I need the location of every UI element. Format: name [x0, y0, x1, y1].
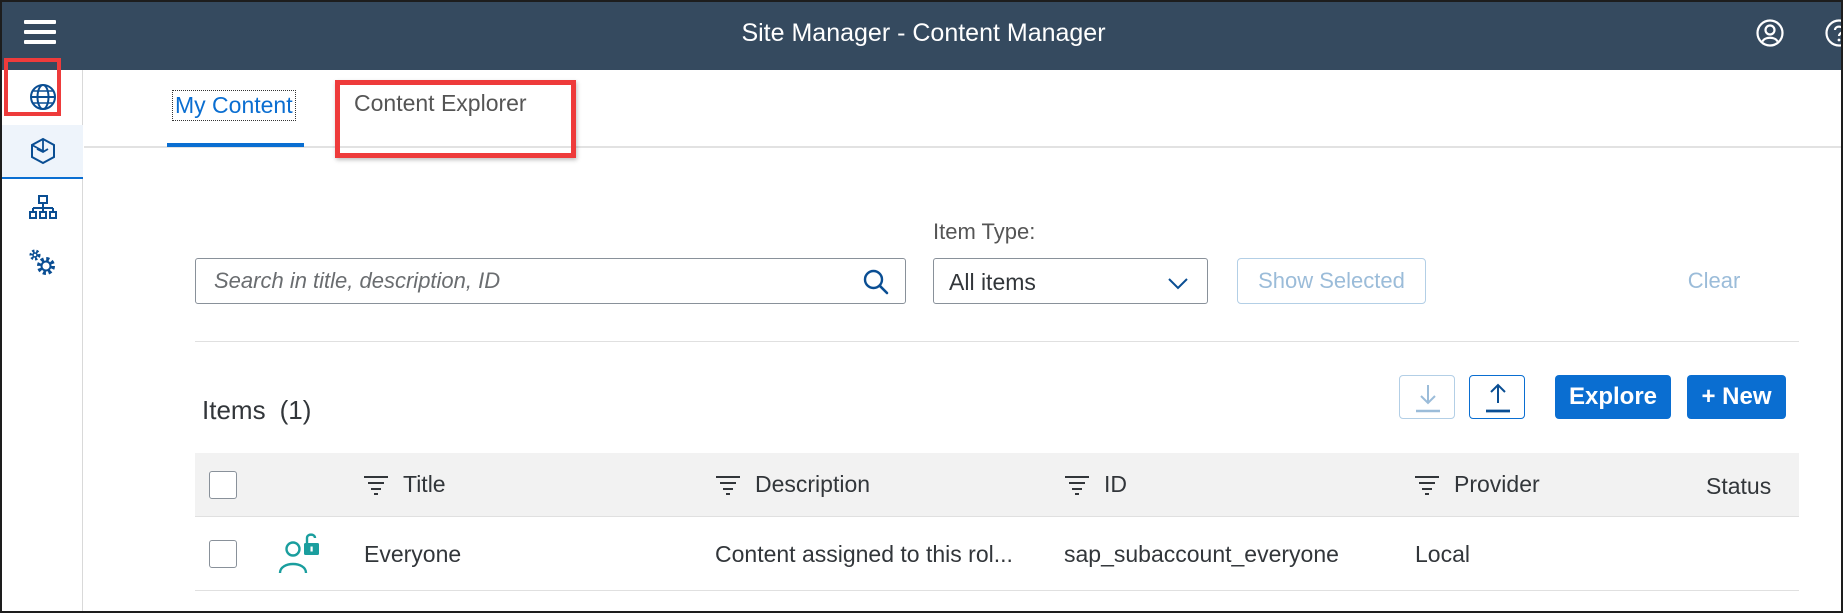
nav-item-site-hierarchy[interactable] [2, 181, 83, 235]
column-header-id-label: ID [1104, 471, 1127, 497]
shell-bar: Site Manager - Content Manager [2, 2, 1841, 70]
tab-selected-indicator [167, 143, 304, 147]
column-header-status-label: Status [1706, 473, 1772, 499]
row-id: sap_subaccount_everyone [1064, 541, 1339, 567]
site-hierarchy-icon [28, 195, 57, 219]
filter-icon [1065, 475, 1089, 495]
settings-gears-icon [29, 249, 55, 275]
side-navigation [2, 70, 83, 611]
user-icon[interactable] [1755, 18, 1785, 48]
column-header-description-label: Description [755, 471, 871, 497]
explore-button[interactable]: Explore [1555, 375, 1671, 419]
nav-item-sites[interactable] [2, 70, 83, 124]
filter-icon [364, 475, 388, 495]
upload-icon [1486, 383, 1510, 413]
column-header-title-label: Title [403, 471, 446, 497]
chevron-down-icon [1168, 278, 1188, 290]
tab-my-content[interactable]: My Content [172, 90, 296, 121]
nav-item-settings[interactable] [2, 236, 83, 290]
download-icon [1416, 385, 1440, 413]
column-header-id[interactable]: ID [1064, 471, 1127, 498]
upload-button[interactable] [1469, 375, 1525, 419]
column-header-provider-label: Provider [1454, 471, 1540, 497]
content-cube-icon [30, 137, 55, 165]
globe-icon [29, 84, 56, 110]
search-icon[interactable] [861, 267, 891, 297]
items-header: Items (1) [202, 395, 311, 426]
help-icon[interactable] [1824, 18, 1841, 48]
column-header-description[interactable]: Description [715, 471, 870, 498]
column-header-status[interactable]: Status [1706, 473, 1771, 500]
row-title: Everyone [364, 541, 462, 567]
select-all-checkbox[interactable] [209, 471, 237, 499]
divider [195, 341, 1799, 342]
row-description: Content assigned to this rol... [715, 541, 1013, 567]
items-count: (1) [279, 395, 312, 425]
nav-item-content-manager[interactable] [2, 125, 83, 179]
item-type-select[interactable]: All items [933, 258, 1208, 304]
search-field [195, 258, 906, 304]
search-input[interactable] [214, 259, 834, 303]
role-unlocked-icon [278, 533, 319, 574]
new-button[interactable]: + New [1687, 375, 1786, 419]
filter-icon [1415, 475, 1439, 495]
row-provider: Local [1415, 541, 1470, 567]
table-row[interactable]: Everyone Content assigned to this rol...… [195, 517, 1799, 591]
clear-button[interactable]: Clear [1652, 258, 1776, 304]
table-header: Title Description ID Provider Status [195, 453, 1799, 517]
tab-bar: My Content Content Explorer [84, 70, 1841, 148]
column-header-title[interactable]: Title [363, 471, 446, 498]
item-type-label: Item Type: [933, 219, 1036, 244]
app-window: Site Manager - Content Manager My Conten… [0, 0, 1843, 613]
row-checkbox[interactable] [209, 540, 237, 568]
show-selected-button[interactable]: Show Selected [1237, 258, 1426, 304]
column-header-provider[interactable]: Provider [1414, 471, 1540, 498]
shell-title: Site Manager - Content Manager [741, 19, 1106, 47]
item-type-value: All items [949, 269, 1036, 295]
items-title: Items [202, 395, 266, 425]
filter-icon [716, 475, 740, 495]
tab-content-explorer[interactable]: Content Explorer [354, 90, 527, 117]
download-button[interactable] [1399, 375, 1455, 419]
